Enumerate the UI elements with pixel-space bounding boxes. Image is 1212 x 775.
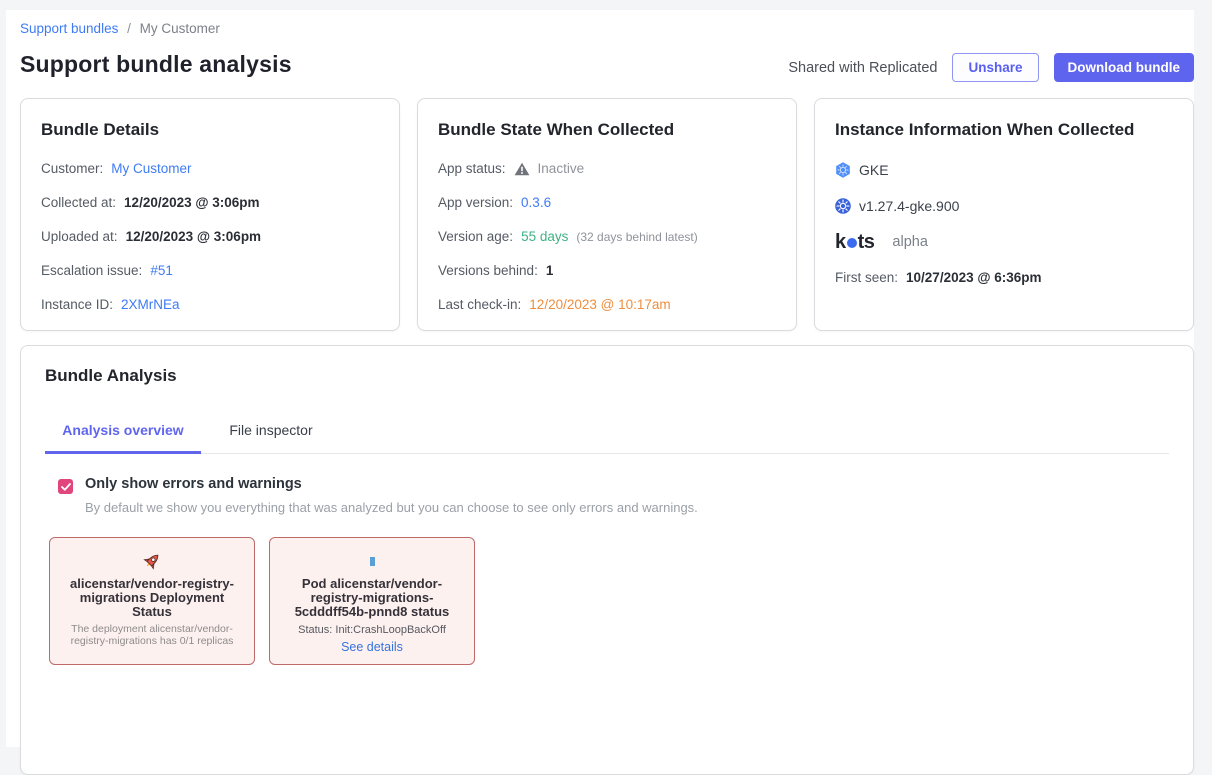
unshare-button[interactable]: Unshare (952, 53, 1038, 82)
tab-file-inspector[interactable]: File inspector (201, 412, 341, 454)
issue-icon-wrap (142, 550, 162, 572)
instance-info-title: Instance Information When Collected (835, 120, 1173, 140)
instance-id-link[interactable]: 2XMrNEa (121, 298, 180, 312)
check-icon (61, 483, 71, 491)
app-status-row: App status: Inactive (438, 162, 776, 176)
errors-warnings-checkbox[interactable] (58, 479, 73, 494)
first-seen-row: First seen: 10/27/2023 @ 6:36pm (835, 270, 1173, 286)
see-details-link[interactable]: See details (341, 640, 403, 654)
analysis-tabs: Analysis overview File inspector (45, 412, 1169, 454)
tab-analysis-overview[interactable]: Analysis overview (45, 412, 201, 454)
collected-at-label: Collected at: (41, 196, 116, 210)
bundle-state-card: Bundle State When Collected App status: … (417, 98, 797, 331)
filter-label: Only show errors and warnings (85, 476, 698, 493)
filter-description: By default we show you everything that w… (85, 500, 698, 515)
version-age-note: (32 days behind latest) (576, 230, 697, 244)
kubernetes-icon (835, 198, 851, 214)
pod-icon (370, 557, 375, 566)
last-checkin-label: Last check-in: (438, 298, 521, 312)
k8s-version-row: v1.27.4-gke.900 (835, 198, 1173, 214)
app-status-label: App status: (438, 162, 506, 176)
bundle-details-title: Bundle Details (41, 120, 379, 140)
download-bundle-button[interactable]: Download bundle (1054, 53, 1195, 82)
first-seen-value: 10/27/2023 @ 6:36pm (906, 270, 1042, 286)
breadcrumb-support-bundles-link[interactable]: Support bundles (20, 21, 118, 36)
kots-logo-o-icon (847, 238, 857, 248)
filter-text-block: Only show errors and warnings By default… (85, 476, 698, 515)
last-checkin-row: Last check-in: 12/20/2023 @ 10:17am (438, 298, 776, 312)
uploaded-at-label: Uploaded at: (41, 230, 118, 244)
kots-row: kts alpha (835, 234, 1173, 250)
breadcrumb: Support bundles / My Customer (20, 21, 220, 36)
k8s-version-value: v1.27.4-gke.900 (859, 198, 959, 214)
issue-card-deployment: alicenstar/vendor-registry-migrations De… (49, 537, 255, 665)
errors-warnings-filter: Only show errors and warnings By default… (45, 476, 1169, 515)
app-version-row: App version: 0.3.6 (438, 196, 776, 210)
issue-status: Status: Init:CrashLoopBackOff (298, 624, 446, 637)
customer-link[interactable]: My Customer (111, 162, 191, 176)
kots-logo-ts: ts (858, 234, 875, 250)
issue-icon-wrap (370, 550, 375, 572)
collected-at-value: 12/20/2023 @ 3:06pm (124, 196, 260, 210)
uploaded-at-value: 12/20/2023 @ 3:06pm (126, 230, 262, 244)
escalation-issue-link[interactable]: #51 (150, 264, 173, 278)
issue-title: alicenstar/vendor-registry-migrations De… (60, 577, 244, 619)
bundle-analysis-title: Bundle Analysis (45, 366, 1169, 386)
first-seen-label: First seen: (835, 270, 898, 286)
version-age-row: Version age: 55 days (32 days behind lat… (438, 230, 776, 244)
instance-id-row: Instance ID: 2XMrNEa (41, 298, 379, 312)
kots-channel: alpha (892, 234, 927, 250)
content-panel: Support bundles / My Customer Support bu… (6, 10, 1194, 747)
warning-icon (514, 162, 530, 176)
bundle-state-title: Bundle State When Collected (438, 120, 776, 140)
gke-icon (835, 162, 851, 178)
uploaded-at-row: Uploaded at: 12/20/2023 @ 3:06pm (41, 230, 379, 244)
header-actions: Shared with Replicated Unshare Download … (788, 53, 1194, 82)
page-title: Support bundle analysis (20, 51, 292, 78)
collected-at-row: Collected at: 12/20/2023 @ 3:06pm (41, 196, 379, 210)
app-version-link[interactable]: 0.3.6 (521, 196, 551, 210)
bundle-analysis-card: Bundle Analysis Analysis overview File i… (20, 345, 1194, 775)
version-age-value: 55 days (521, 230, 568, 244)
shared-status-text: Shared with Replicated (788, 60, 937, 76)
issue-message: The deployment alicenstar/vendor-registr… (60, 624, 244, 647)
issue-card-pod-status: Pod alicenstar/vendor-registry-migration… (269, 537, 475, 665)
kots-logo-k: k (835, 234, 846, 250)
last-checkin-value: 12/20/2023 @ 10:17am (529, 298, 670, 312)
customer-label: Customer: (41, 162, 103, 176)
version-age-label: Version age: (438, 230, 513, 244)
issues-row: alicenstar/vendor-registry-migrations De… (45, 537, 1169, 665)
app-version-label: App version: (438, 196, 513, 210)
distribution-value: GKE (859, 162, 889, 178)
escalation-issue-label: Escalation issue: (41, 264, 142, 278)
breadcrumb-separator: / (127, 21, 131, 36)
instance-id-label: Instance ID: (41, 298, 113, 312)
app-status-value: Inactive (538, 162, 585, 176)
rocket-icon (142, 551, 162, 571)
escalation-issue-row: Escalation issue: #51 (41, 264, 379, 278)
issue-title: Pod alicenstar/vendor-registry-migration… (280, 577, 464, 619)
versions-behind-row: Versions behind: 1 (438, 264, 776, 278)
customer-row: Customer: My Customer (41, 162, 379, 176)
breadcrumb-current: My Customer (140, 21, 220, 36)
versions-behind-label: Versions behind: (438, 264, 538, 278)
distribution-row: GKE (835, 162, 1173, 178)
versions-behind-value: 1 (546, 264, 554, 278)
kots-logo: kts (835, 234, 874, 250)
bundle-details-card: Bundle Details Customer: My Customer Col… (20, 98, 400, 331)
instance-info-card: Instance Information When Collected GKE (814, 98, 1194, 331)
